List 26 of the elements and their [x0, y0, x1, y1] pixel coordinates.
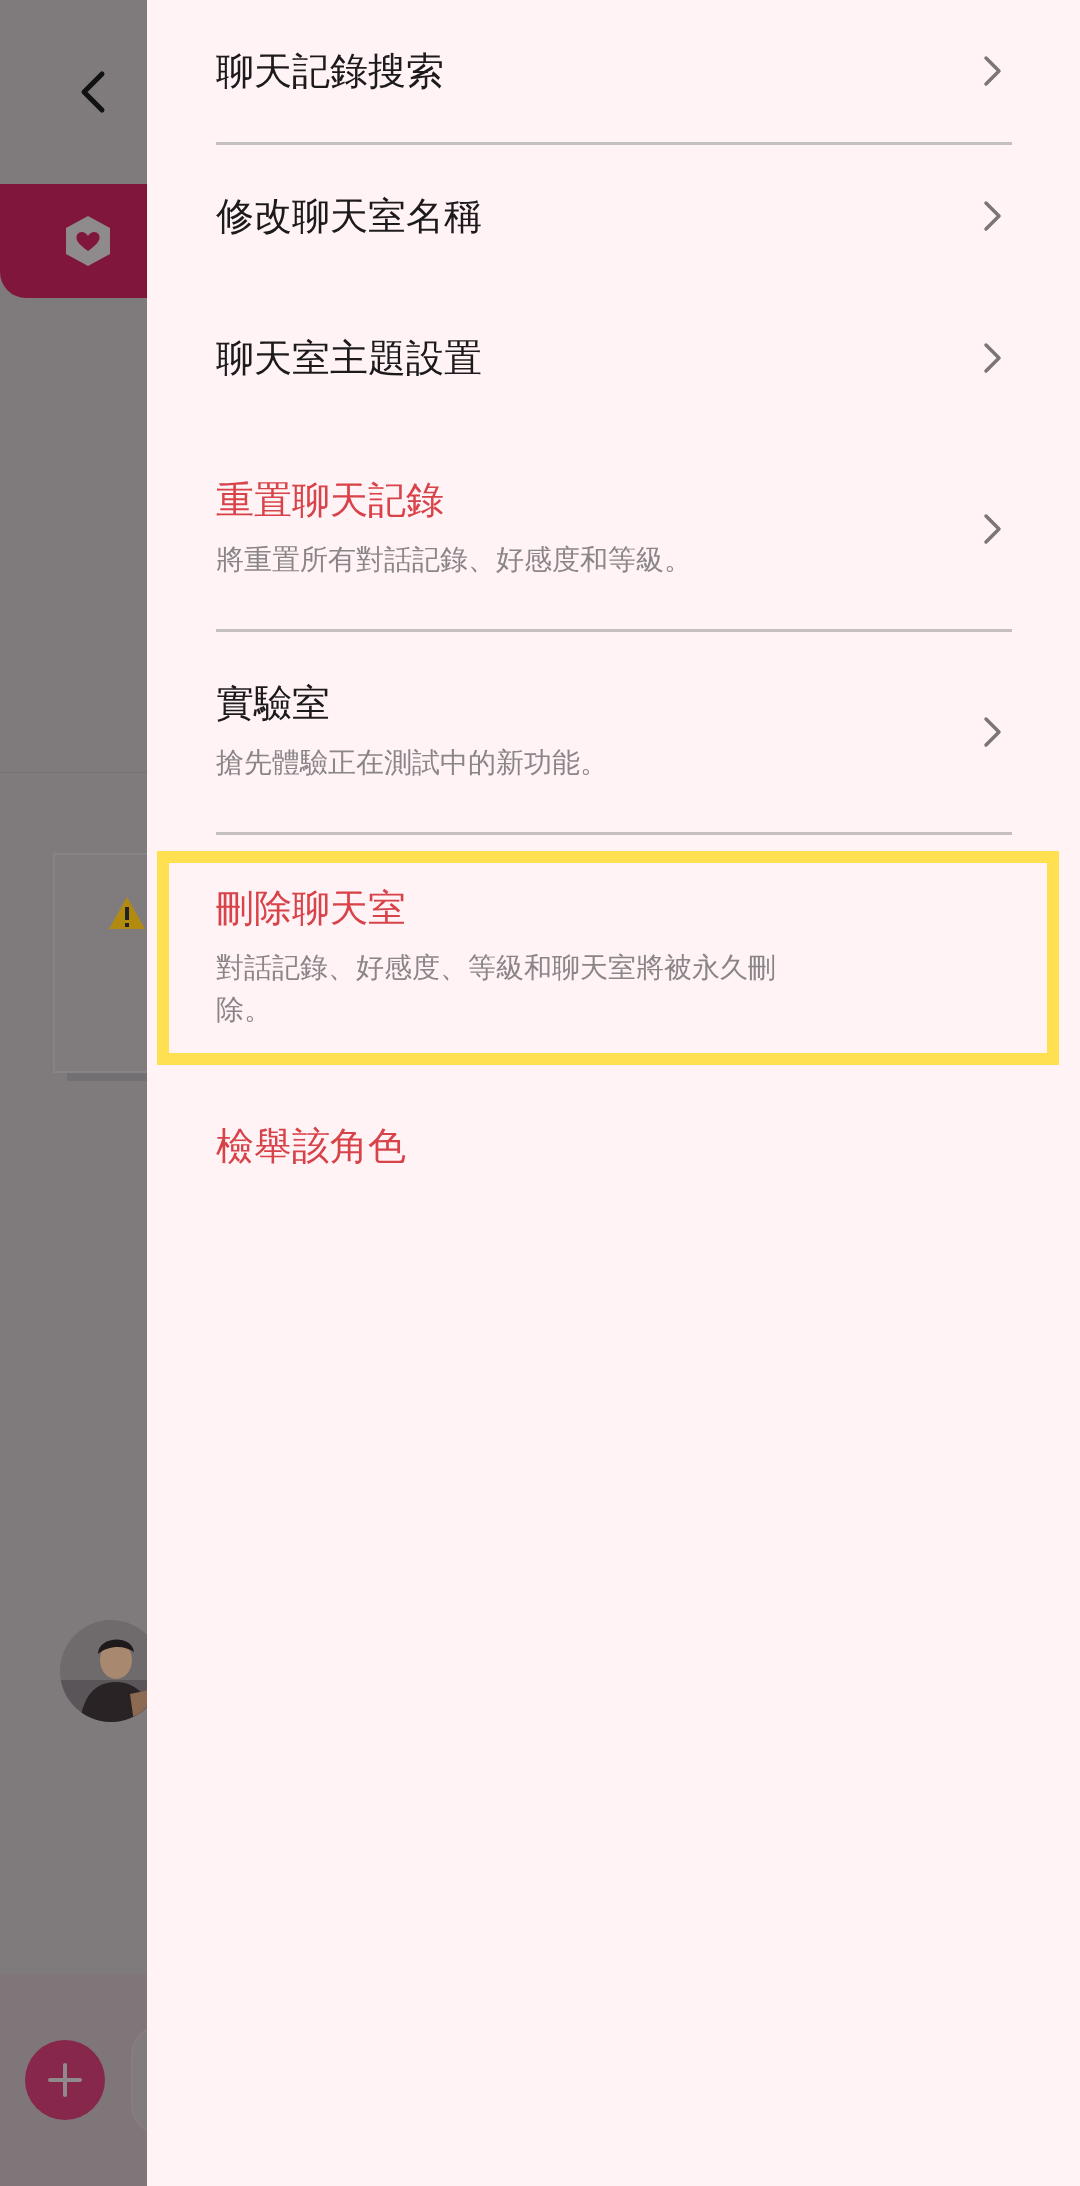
chevron-right-icon [982, 341, 1004, 375]
plus-icon [47, 2062, 83, 2098]
item-title: 重置聊天記錄 [216, 477, 445, 523]
item-title: 刪除聊天室 [216, 885, 407, 931]
chevron-right-icon [982, 512, 1004, 546]
item-title: 檢舉該角色 [216, 1123, 407, 1169]
item-description: 對話記錄、好感度、等級和聊天室將被永久刪除。 [216, 950, 777, 1028]
item-description: 搶先體驗正在測試中的新功能。 [216, 745, 609, 781]
banner[interactable] [0, 184, 147, 298]
item-title: 修改聊天室名稱 [216, 193, 483, 239]
menu-item[interactable]: 聊天室主題設置 [216, 287, 1012, 429]
menu-item[interactable]: 修改聊天室名稱 [216, 145, 1012, 287]
chevron-right-icon [982, 199, 1004, 233]
item-title: 聊天記錄搜索 [216, 48, 445, 94]
chevron-right-icon [982, 715, 1004, 749]
item-description: 將重置所有對話記錄、好感度和等級。 [216, 542, 693, 578]
menu-item[interactable]: 重置聊天記錄 將重置所有對話記錄、好感度和等級。 [216, 429, 1012, 632]
item-title: 聊天室主題設置 [216, 335, 483, 381]
highlighted-menu-item[interactable]: 刪除聊天室 對話記錄、好感度、等級和聊天室將被永久刪除。 [157, 851, 1059, 1065]
item-title: 實驗室 [216, 680, 331, 726]
menu-item[interactable]: 實驗室 搶先體驗正在測試中的新功能。 [216, 632, 1012, 835]
heart-shield-icon [64, 215, 112, 267]
menu-item[interactable]: 聊天記錄搜索 [216, 0, 1012, 145]
chevron-right-icon [982, 54, 1004, 88]
menu-item[interactable]: 檢舉該角色 [216, 1075, 1012, 1217]
warning-icon [107, 895, 147, 931]
